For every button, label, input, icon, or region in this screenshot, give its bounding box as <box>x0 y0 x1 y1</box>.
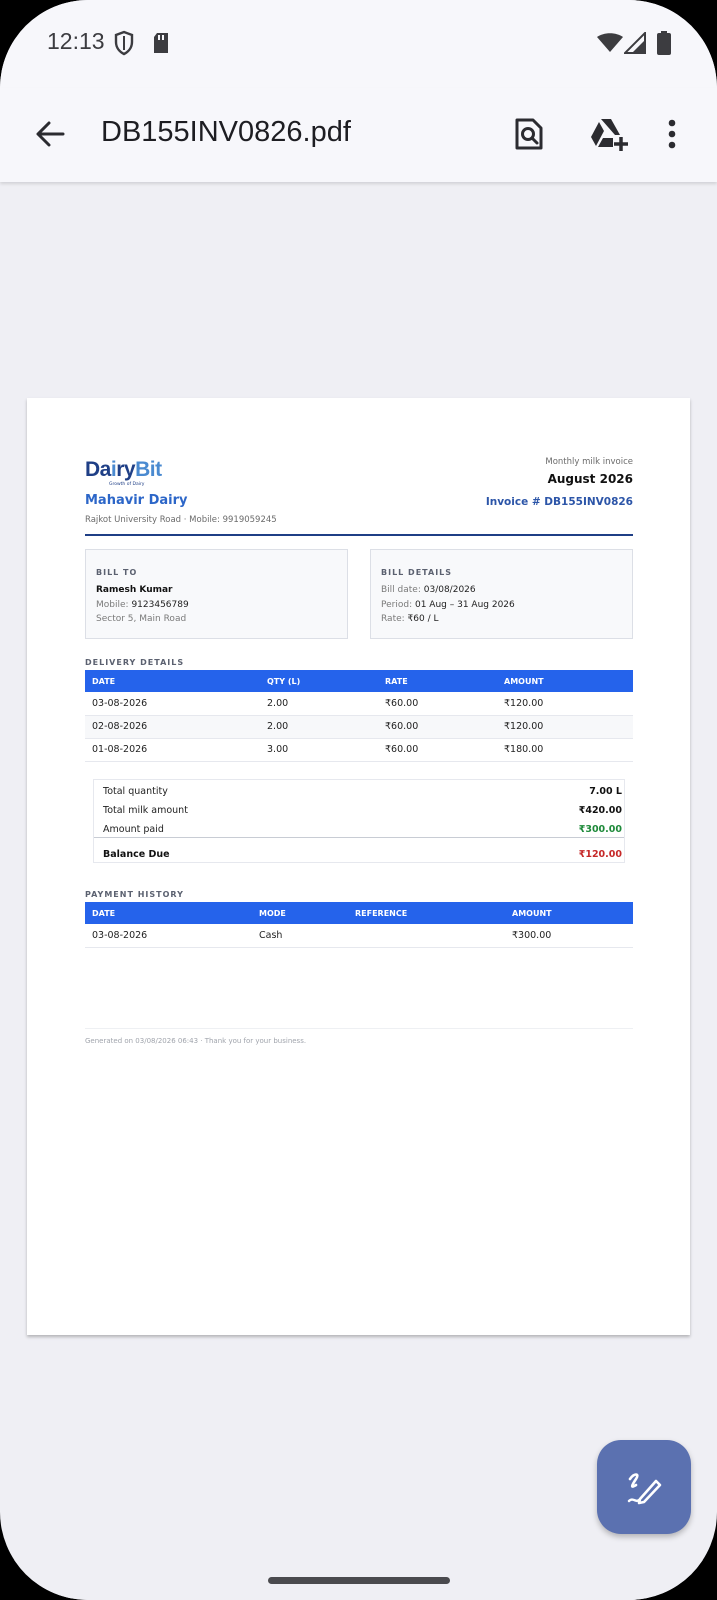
col-rate: RATE <box>378 670 497 692</box>
more-options-button[interactable] <box>654 108 690 160</box>
totals-box: Total quantity 7.00 L Total milk amount ₹4… <box>93 779 625 863</box>
col-date: DATE <box>85 670 260 692</box>
bill-date: 03/08/2026 <box>423 585 476 595</box>
table-row: 02-08-2026 2.00 ₹60.00 ₹120.00 <box>85 715 633 739</box>
app-bar: DB155INV0826.pdf <box>0 88 717 182</box>
document-title: DB155INV0826.pdf <box>101 116 351 148</box>
col-payment-amount: AMOUNT <box>505 902 633 924</box>
arrow-back-icon <box>36 121 65 147</box>
amount-paid-row: Amount paid ₹300.00 <box>103 824 622 835</box>
back-button[interactable] <box>26 110 74 158</box>
dairybit-logo: DairyBit Growth of Dairy <box>85 458 162 487</box>
annotate-fab[interactable] <box>597 1440 691 1534</box>
col-payment-date: DATE <box>85 902 252 924</box>
bill-to-box: BILL TO Ramesh Kumar Mobile: 9123456789 … <box>85 549 348 639</box>
save-to-drive-button[interactable] <box>583 108 635 160</box>
table-row: 03-08-2026 2.00 ₹60.00 ₹120.00 <box>85 692 633 716</box>
customer-mobile: 9123456789 <box>131 599 189 610</box>
status-time: 12:13 <box>47 28 105 54</box>
header-divider <box>85 534 633 536</box>
amount-paid: ₹300.00 <box>578 824 622 835</box>
payment-history-title: PAYMENT HISTORY <box>85 890 184 899</box>
total-quantity-row: Total quantity 7.00 L <box>103 786 622 797</box>
dairy-address: Rajkot University Road · Mobile: 9919059… <box>85 515 277 525</box>
screen: 12:13 DB155INV0826.pdf DairyBit Growth o… <box>0 0 717 1600</box>
bill-period: 01 Aug – 31 Aug 2026 <box>414 599 515 610</box>
col-payment-mode: MODE <box>252 902 348 924</box>
find-in-document-button[interactable] <box>503 108 555 160</box>
search-document-icon <box>515 118 543 150</box>
more-vert-icon <box>668 119 676 149</box>
pdf-page: DairyBit Growth of Dairy Mahavir Dairy R… <box>27 398 690 1335</box>
footer-divider <box>85 1028 633 1029</box>
status-bar: 12:13 <box>0 0 717 88</box>
edit-signature-icon <box>627 1473 662 1505</box>
invoice-kicker: Monthly milk invoice <box>545 457 633 467</box>
balance-due-row: Balance Due ₹120.00 <box>103 849 622 860</box>
payment-header-row: DATE MODE REFERENCE AMOUNT <box>85 902 633 924</box>
total-quantity: 7.00 L <box>589 786 622 797</box>
invoice-month: August 2026 <box>547 472 633 486</box>
bill-to-title: BILL TO <box>96 568 138 577</box>
payment-table: DATE MODE REFERENCE AMOUNT 03-08-2026 Ca… <box>85 902 633 948</box>
delivery-table: DATE QTY (L) RATE AMOUNT 03-08-2026 2.00… <box>85 670 633 762</box>
customer-address: Sector 5, Main Road <box>96 614 187 624</box>
bill-details-box: BILL DETAILS Bill date: 03/08/2026 Perio… <box>370 549 633 639</box>
col-amount: AMOUNT <box>497 670 633 692</box>
table-row: 01-08-2026 3.00 ₹60.00 ₹180.00 <box>85 738 633 762</box>
delivery-details-title: DELIVERY DETAILS <box>85 658 185 667</box>
footer-note: Generated on 03/08/2026 06:43 · Thank yo… <box>85 1037 307 1045</box>
home-gesture-handle[interactable] <box>268 1577 450 1584</box>
total-amount: ₹420.00 <box>578 805 622 816</box>
shield-icon <box>113 30 135 60</box>
table-row: 03-08-2026 Cash ₹300.00 <box>85 924 633 948</box>
bill-rate: ₹60 / L <box>407 614 439 624</box>
invoice-number: Invoice # DB155INV0826 <box>485 496 633 508</box>
wifi-icon <box>597 33 623 57</box>
dairy-name: Mahavir Dairy <box>85 493 188 508</box>
add-to-drive-icon <box>591 119 628 151</box>
sd-card-icon <box>152 32 170 58</box>
customer-name: Ramesh Kumar <box>96 585 173 595</box>
balance-due: ₹120.00 <box>578 849 622 860</box>
signal-icon <box>622 30 646 58</box>
delivery-header-row: DATE QTY (L) RATE AMOUNT <box>85 670 633 692</box>
col-payment-reference: REFERENCE <box>348 902 505 924</box>
battery-icon <box>657 31 671 59</box>
total-amount-row: Total milk amount ₹420.00 <box>103 805 622 816</box>
totals-divider <box>94 837 624 838</box>
bill-details-title: BILL DETAILS <box>381 568 453 577</box>
col-qty: QTY (L) <box>260 670 378 692</box>
